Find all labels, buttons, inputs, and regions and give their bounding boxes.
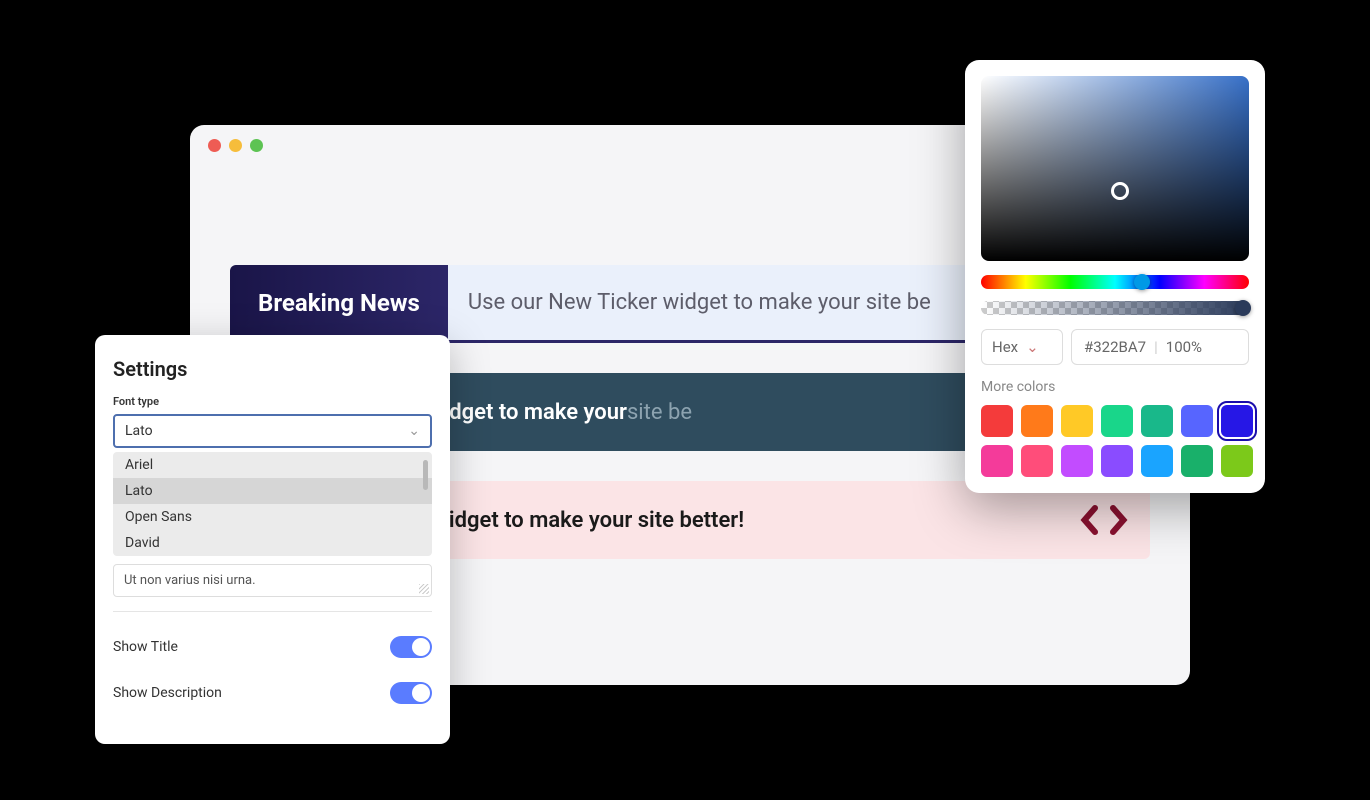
color-picker-panel: Hex ⌄ #322BA7 | 100% More colors (965, 60, 1265, 493)
more-colors-label: More colors (981, 379, 1249, 395)
font-type-label: Font type (113, 395, 432, 408)
show-description-toggle[interactable] (390, 682, 432, 704)
color-swatch-10[interactable] (1101, 445, 1133, 477)
textarea-value: Ut non varius nisi urna. (124, 573, 256, 588)
chevron-down-icon: ⌄ (1026, 338, 1039, 356)
color-swatch-9[interactable] (1061, 445, 1093, 477)
color-swatch-11[interactable] (1141, 445, 1173, 477)
show-description-label: Show Description (113, 685, 222, 701)
toggle-knob (412, 684, 430, 702)
saturation-gradient[interactable] (981, 76, 1249, 261)
swatch-grid (981, 405, 1249, 477)
resize-handle-icon[interactable] (419, 584, 429, 594)
separator: | (1154, 338, 1158, 356)
opacity-value: 100% (1166, 338, 1202, 356)
settings-panel: Settings Font type Lato ⌄ Ariel Lato Ope… (95, 335, 450, 744)
color-swatch-7[interactable] (981, 445, 1013, 477)
format-value: Hex (992, 338, 1018, 356)
chevron-down-icon: ⌄ (408, 423, 420, 439)
font-option-opensans[interactable]: Open Sans (113, 504, 432, 530)
hex-input[interactable]: #322BA7 | 100% (1071, 329, 1249, 365)
font-option-david[interactable]: David (113, 530, 432, 556)
hex-value: #322BA7 (1084, 338, 1146, 356)
ticker1-label: Breaking News (230, 265, 448, 340)
alpha-slider-thumb[interactable] (1235, 300, 1251, 316)
show-title-toggle[interactable] (390, 636, 432, 658)
window-close-dot[interactable] (208, 139, 221, 152)
color-format-select[interactable]: Hex ⌄ (981, 329, 1063, 365)
color-swatch-8[interactable] (1021, 445, 1053, 477)
description-textarea[interactable]: Ut non varius nisi urna. (113, 564, 432, 597)
chevron-right-icon[interactable] (1108, 505, 1130, 535)
color-swatch-3[interactable] (1101, 405, 1133, 437)
window-minimize-dot[interactable] (229, 139, 242, 152)
font-option-lato[interactable]: Lato (113, 478, 432, 504)
toggle-knob (412, 638, 430, 656)
font-select-box[interactable]: Lato ⌄ (113, 414, 432, 448)
color-swatch-1[interactable] (1021, 405, 1053, 437)
color-swatch-12[interactable] (1181, 445, 1213, 477)
dropdown-scrollbar[interactable] (423, 460, 428, 490)
color-swatch-6[interactable] (1221, 405, 1253, 437)
color-swatch-0[interactable] (981, 405, 1013, 437)
divider (113, 611, 432, 612)
show-title-row: Show Title (113, 636, 432, 658)
window-maximize-dot[interactable] (250, 139, 263, 152)
gradient-cursor-icon[interactable] (1111, 182, 1129, 200)
color-swatch-13[interactable] (1221, 445, 1253, 477)
chevron-left-icon[interactable] (1078, 505, 1100, 535)
alpha-slider[interactable] (981, 301, 1249, 315)
show-title-label: Show Title (113, 639, 178, 655)
settings-title: Settings (113, 357, 432, 381)
color-swatch-5[interactable] (1181, 405, 1213, 437)
show-description-row: Show Description (113, 682, 432, 704)
color-swatch-4[interactable] (1141, 405, 1173, 437)
font-select-value: Lato (125, 423, 153, 439)
hue-slider-thumb[interactable] (1134, 274, 1150, 290)
hue-slider[interactable] (981, 275, 1249, 289)
ticker3-nav (1078, 505, 1130, 535)
ticker2-text-post: site be (627, 400, 692, 425)
font-dropdown: Ariel Lato Open Sans David (113, 452, 432, 556)
font-option-ariel[interactable]: Ariel (113, 452, 432, 478)
color-swatch-2[interactable] (1061, 405, 1093, 437)
color-input-row: Hex ⌄ #322BA7 | 100% (981, 329, 1249, 365)
